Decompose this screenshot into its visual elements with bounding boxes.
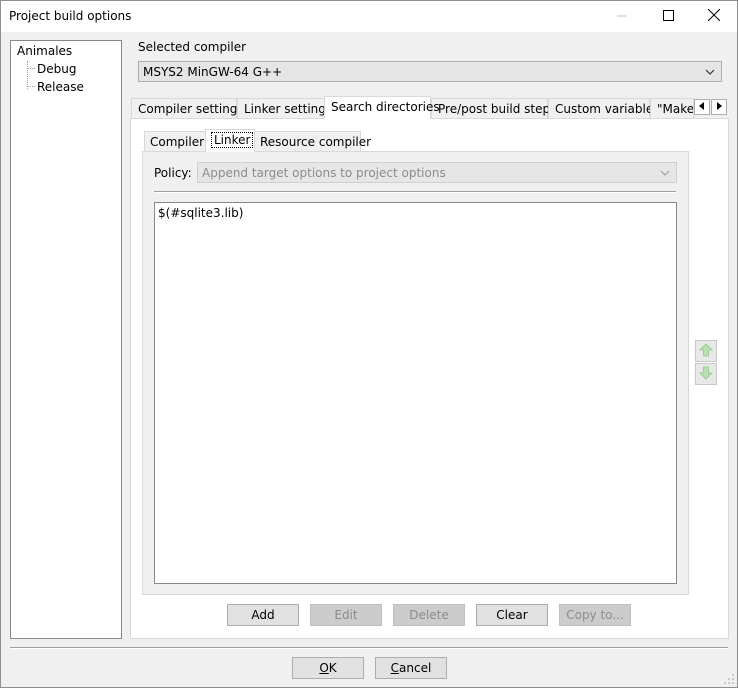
subtab-label: Linker [211,132,254,148]
tab-scroll-right-button[interactable] [711,99,727,115]
copy-to-button[interactable]: Copy to... [559,604,631,626]
tab-linker-settings[interactable]: Linker settings [237,98,332,119]
ok-button[interactable]: OK [292,657,364,679]
button-label: Cancel [390,661,432,675]
button-label: Add [251,608,275,622]
button-label: Edit [334,608,358,622]
tree-connector [27,86,35,87]
tab-search-directories[interactable]: Search directories [324,96,440,119]
minimize-button[interactable] [599,1,645,32]
compiler-select-value: MSYS2 MinGW-64 G++ [143,65,283,79]
minimize-icon [617,10,627,24]
clear-button[interactable]: Clear [476,604,548,626]
policy-select[interactable]: Append target options to project options [197,162,677,183]
tab-custom-variables[interactable]: Custom variables [548,98,659,119]
close-button[interactable] [691,1,737,32]
subtab-compiler[interactable]: Compiler [144,131,206,152]
footer-separator [10,647,728,649]
tab-label: Search directories [331,100,440,114]
edit-button[interactable]: Edit [310,604,382,626]
cancel-button[interactable]: Cancel [375,657,447,679]
project-build-options-window: Project build options Animales Debug Rel… [0,0,738,688]
tab-label: Compiler settings [138,102,244,116]
tab-label: Linker settings [244,102,333,116]
selected-compiler-label: Selected compiler [138,40,247,54]
separator [154,191,676,193]
tree-item-project[interactable]: Animales [17,44,72,58]
tree-item-release[interactable]: Release [37,80,84,94]
window-title: Project build options [9,9,132,23]
chevron-down-icon [705,66,715,80]
tab-scroll-left-button[interactable] [694,99,710,115]
tree-connector [27,61,28,89]
arrow-down-icon [698,366,714,383]
tab-make-commands[interactable]: "Make" [650,98,694,119]
title-bar: Project build options [1,1,737,32]
build-target-tree[interactable]: Animales Debug Release [10,40,122,639]
subtab-label: Compiler [150,135,205,149]
button-label: OK [319,661,337,675]
tab-label: "Make" [657,102,694,116]
tree-item-debug[interactable]: Debug [37,62,76,76]
policy-select-value: Append target options to project options [202,166,446,180]
arrow-up-icon [698,342,714,360]
move-up-button[interactable] [695,340,717,362]
tree-connector [27,68,35,69]
close-icon [707,8,721,24]
maximize-icon [662,9,674,24]
directories-list[interactable]: $(#sqlite3.lib) [154,202,677,584]
tab-label: Pre/post build steps [438,102,557,116]
tab-compiler-settings[interactable]: Compiler settings [131,98,244,119]
subtab-linker[interactable]: Linker [205,129,255,152]
button-label: Copy to... [566,608,624,622]
move-down-button[interactable] [695,363,717,385]
button-label: Clear [496,608,528,622]
maximize-button[interactable] [645,1,691,32]
list-item[interactable]: $(#sqlite3.lib) [158,206,243,220]
add-button[interactable]: Add [227,604,299,626]
tab-pre-post-build-steps[interactable]: Pre/post build steps [431,98,556,119]
triangle-right-icon [716,102,722,112]
delete-button[interactable]: Delete [393,604,465,626]
button-label: Delete [409,608,449,622]
resize-grip-icon[interactable] [723,673,735,685]
subtab-resource-compiler[interactable]: Resource compiler [254,131,371,152]
chevron-down-icon [660,167,670,181]
tab-label: Custom variables [555,102,660,116]
compiler-select[interactable]: MSYS2 MinGW-64 G++ [138,61,722,82]
subtab-label: Resource compiler [260,135,372,149]
policy-label: Policy: [154,166,192,180]
triangle-left-icon [699,102,705,112]
